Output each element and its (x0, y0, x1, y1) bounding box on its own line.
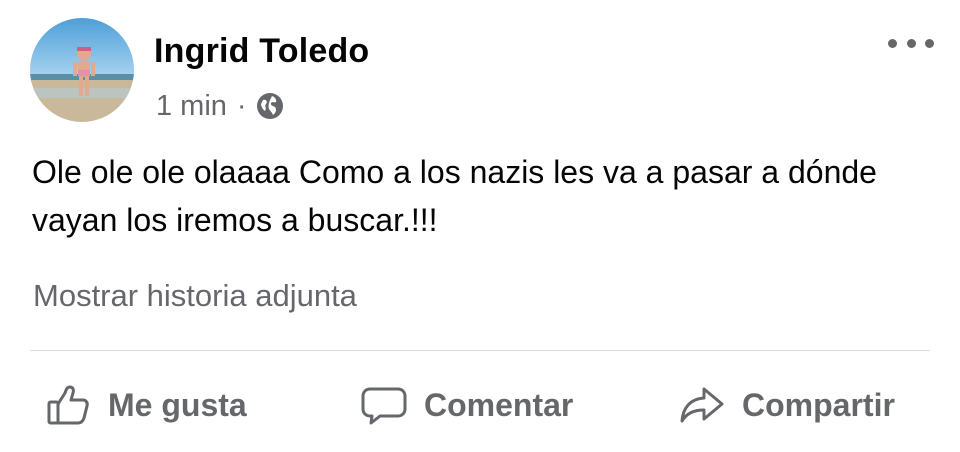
comment-button[interactable]: Comentar (360, 370, 573, 440)
timestamp[interactable]: 1 min (156, 90, 227, 123)
attached-story-link[interactable]: Mostrar historia adjunta (33, 278, 357, 314)
divider (30, 350, 930, 351)
globe-icon (255, 91, 285, 121)
post-text: Ole ole ole olaaaa Como a los nazis les … (32, 154, 877, 238)
like-button[interactable]: Me gusta (44, 370, 247, 440)
action-bar: Me gusta Comentar Compartir (0, 370, 960, 440)
like-label: Me gusta (108, 386, 247, 423)
share-button[interactable]: Compartir (678, 370, 895, 440)
meta-separator: · (236, 89, 247, 122)
author-name[interactable]: Ingrid Toledo (154, 32, 369, 71)
thumbs-up-icon (44, 381, 92, 429)
share-label: Compartir (742, 386, 895, 423)
post-card: Ingrid Toledo 1 min · Ole ole ole olaaaa… (0, 0, 960, 452)
share-arrow-icon (678, 381, 726, 429)
post-meta: 1 min · (156, 86, 285, 126)
comment-bubble-icon (360, 381, 408, 429)
avatar[interactable] (30, 18, 134, 122)
comment-label: Comentar (424, 386, 574, 423)
more-options-icon[interactable] (888, 32, 934, 54)
